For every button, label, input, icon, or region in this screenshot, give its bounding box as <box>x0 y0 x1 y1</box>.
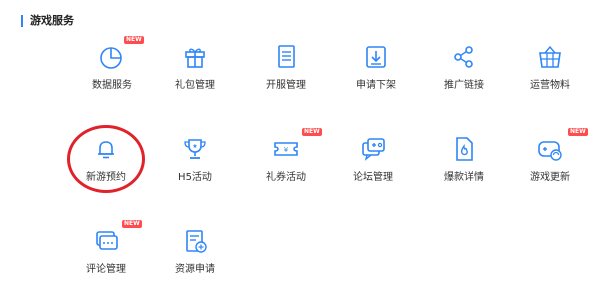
tile-label: 资源申请 <box>175 264 215 275</box>
tile-label: 游戏更新 <box>530 172 570 183</box>
comment-icon <box>96 231 118 250</box>
tile-coupon-activity[interactable]: ¥ NEW 礼券活动 <box>246 128 326 214</box>
new-badge: NEW <box>568 128 588 136</box>
tile-comment-management[interactable]: NEW 评论管理 <box>66 220 146 306</box>
tile-operation-materials[interactable]: 运营物料 <box>510 42 590 122</box>
tile-label: 申请下架 <box>356 80 396 91</box>
forum-chat-icon <box>362 138 385 161</box>
tile-promotion-link[interactable]: 推广链接 <box>424 42 504 122</box>
svg-text:¥: ¥ <box>284 146 289 154</box>
download-box-icon <box>366 46 386 68</box>
flame-document-icon <box>456 137 473 161</box>
pie-chart-icon <box>100 47 122 69</box>
coupon-icon: ¥ <box>274 142 298 156</box>
tile-server-management[interactable]: 开服管理 <box>246 42 326 122</box>
tile-label: 礼券活动 <box>266 172 306 183</box>
section-accent-bar <box>21 15 23 27</box>
new-badge: NEW <box>302 128 322 136</box>
tile-label: 推广链接 <box>444 80 484 91</box>
tile-label: 评论管理 <box>86 264 126 275</box>
document-list-icon <box>278 45 295 68</box>
tile-label: H5活动 <box>178 172 212 183</box>
tile-label: 数据服务 <box>92 80 132 91</box>
tile-hit-details[interactable]: 爆款详情 <box>424 134 504 214</box>
resource-doc-icon <box>186 230 207 253</box>
tile-game-update[interactable]: NEW 游戏更新 <box>510 128 590 214</box>
gamepad-refresh-icon <box>538 141 562 161</box>
svg-text:★: ★ <box>192 143 197 150</box>
tile-h5-activity[interactable]: ★ H5活动 <box>155 134 235 214</box>
basket-icon <box>539 45 561 68</box>
tile-resource-application[interactable]: 资源申请 <box>155 226 235 306</box>
tile-data-service[interactable]: NEW 数据服务 <box>72 36 152 122</box>
highlight-circle <box>67 125 145 193</box>
section-title: 游戏服务 <box>30 14 74 27</box>
tile-forum-management[interactable]: 论坛管理 <box>333 134 413 214</box>
share-icon <box>454 46 473 68</box>
tile-label: 开服管理 <box>266 80 306 91</box>
tile-apply-delist[interactable]: 申请下架 <box>336 42 416 122</box>
tile-label: 礼包管理 <box>175 80 215 91</box>
tile-label: 论坛管理 <box>353 172 393 183</box>
tile-gift-management[interactable]: 礼包管理 <box>155 42 235 122</box>
tile-label: 运营物料 <box>530 80 570 91</box>
new-badge: NEW <box>124 36 144 44</box>
trophy-icon: ★ <box>184 139 206 159</box>
gift-icon <box>185 48 205 68</box>
tile-label: 爆款详情 <box>444 172 484 183</box>
new-badge: NEW <box>122 220 142 228</box>
